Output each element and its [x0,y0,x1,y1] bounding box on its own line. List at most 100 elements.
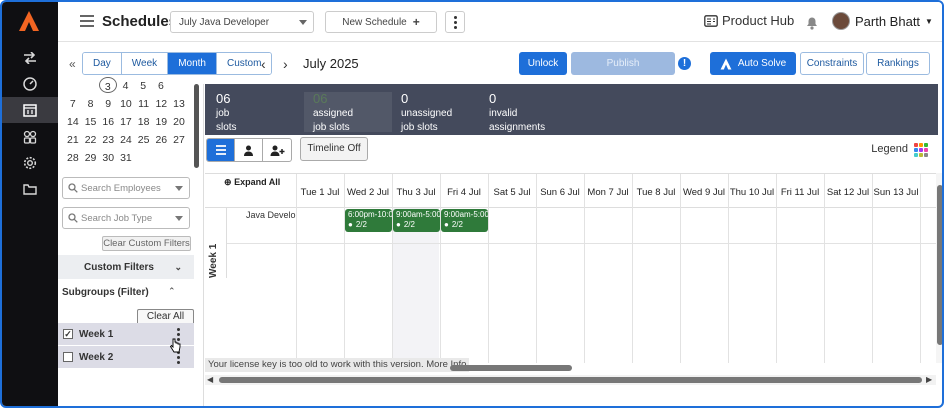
shift-card[interactable]: 6:00pm-10:00pm ●2/2 [345,209,392,232]
day-header: Sun 6 Jul [540,187,580,198]
day-cell[interactable]: 22 [82,131,100,149]
swap-icon[interactable] [2,45,58,71]
day-cell[interactable]: 15 [82,113,100,131]
folder-icon[interactable] [2,176,58,202]
clear-custom-filters-button[interactable]: Clear Custom Filters [102,236,191,251]
day-cell[interactable]: 5 [134,77,152,95]
dashboard-icon[interactable] [2,71,58,97]
day-cell[interactable]: 13 [170,95,188,113]
day-cell[interactable]: 25 [135,131,153,149]
publish-button[interactable]: Publish [571,52,675,75]
stat-label: slots [216,122,237,133]
day-cell[interactable]: 20 [170,113,188,131]
warning-icon[interactable]: ! [678,57,691,70]
shift-card[interactable]: 9:00am-5:00pm ●2/2 [393,209,440,232]
next-month-icon[interactable]: › [283,56,288,72]
view-tab-day[interactable]: Day [83,53,122,74]
rankings-button[interactable]: Rankings [866,52,930,75]
shift-card[interactable]: 9:00am-5:00pm ●2/2 [441,209,488,232]
grid-vertical-scrollbar[interactable] [936,173,942,363]
panel-scrollbar[interactable] [194,84,199,168]
stat-value: 06 [216,91,231,106]
schedule-select[interactable]: July Java Developer [170,11,314,33]
new-schedule-button[interactable]: New Schedule + [325,11,437,33]
day-cell[interactable]: 29 [82,149,100,167]
chevron-down-icon [175,186,183,191]
day-cell[interactable]: 11 [135,95,153,113]
day-cell[interactable]: 7 [64,95,82,113]
grid-horizontal-scrollbar[interactable] [205,375,936,385]
scroll-right-icon[interactable]: ▶ [926,375,932,384]
auto-solve-button[interactable]: Auto Solve [710,52,796,75]
day-cell[interactable]: 27 [170,131,188,149]
settings-icon[interactable] [2,150,58,176]
add-person-icon [270,145,284,156]
day-cell[interactable]: 18 [135,113,153,131]
schedule-grid: ⊕ Expand All Tue 1 Jul Wed 2 Jul Thu 3 Jul… [205,173,936,363]
inner-horizontal-scrollbar[interactable] [450,365,572,371]
day-cell[interactable]: 4 [117,77,135,95]
list-view-button[interactable] [207,139,235,161]
person-view-button[interactable] [235,139,263,161]
column-divider [872,174,873,363]
row-divider [227,243,936,244]
constraints-button[interactable]: Constraints [800,52,864,75]
custom-filters-header[interactable]: Custom Filters ⌄ [58,255,194,279]
bell-icon[interactable] [804,14,820,30]
mini-calendar-week: 14 15 16 17 18 19 20 [64,113,188,131]
current-month-label: July 2025 [303,56,359,71]
filter-panel: 3 4 5 6 7 8 9 10 11 12 13 14 15 16 17 18… [58,77,204,406]
day-cell[interactable]: 26 [152,131,170,149]
day-cell[interactable]: 24 [117,131,135,149]
unlock-button[interactable]: Unlock [519,52,567,75]
search-employees-input[interactable]: Search Employees [62,177,190,199]
stats-bar: 06 job slots 06 assigned job slots 0 una… [205,84,938,135]
hamburger-menu-icon[interactable] [80,15,94,27]
view-tab-week[interactable]: Week [121,53,169,74]
day-cell[interactable]: 12 [152,95,170,113]
day-cell[interactable]: 21 [64,131,82,149]
legend-icon[interactable] [914,143,928,157]
user-menu[interactable]: Parth Bhatt ▼ [832,12,933,30]
week-2-checkbox[interactable] [63,352,73,362]
column-divider [824,174,825,363]
page-title: Schedules [102,13,178,30]
shift-slots: ● 2/2 [396,220,437,230]
view-tab-month[interactable]: Month [168,53,217,74]
app-window: Schedules July Java Developer New Schedu… [0,0,944,408]
product-hub-link[interactable]: Product Hub [704,13,794,28]
more-options-button[interactable] [445,11,465,33]
day-cell[interactable]: 9 [99,95,117,113]
scroll-left-icon[interactable]: ◀ [207,375,213,384]
column-divider [536,174,537,363]
day-cell[interactable]: 14 [64,113,82,131]
groups-icon[interactable] [2,124,58,150]
day-cell[interactable]: 19 [152,113,170,131]
day-cell[interactable]: 10 [117,95,135,113]
previous-month-icon[interactable]: ‹ [261,56,266,72]
app-logo[interactable] [18,10,40,32]
license-warning[interactable]: Your license key is too old to work with… [205,358,470,372]
day-cell[interactable]: 23 [99,131,117,149]
day-cell[interactable]: 16 [99,113,117,131]
day-cell[interactable]: 31 [117,149,135,167]
collapse-panel-icon[interactable]: « [69,57,76,71]
column-divider [344,174,345,363]
day-header: Mon 7 Jul [587,187,629,198]
day-cell[interactable]: 8 [82,95,100,113]
timeline-toggle-button[interactable]: Timeline Off [300,137,368,161]
day-cell[interactable]: 30 [99,149,117,167]
day-cell[interactable]: 17 [117,113,135,131]
shift-slots: ● 2/2 [444,220,485,230]
chevron-up-icon[interactable]: ⌃ [168,286,176,297]
expand-all-button[interactable]: ⊕ Expand All [224,177,280,188]
add-person-view-button[interactable] [263,139,291,161]
search-job-type-input[interactable]: Search Job Type [62,207,190,229]
day-cell[interactable]: 3 [99,77,117,95]
day-cell[interactable]: 28 [64,149,82,167]
shift-time: 9:00am-5:00pm [444,210,488,219]
day-cell[interactable]: 6 [152,77,170,95]
column-divider [296,174,297,363]
week-1-checkbox[interactable]: ✓ [63,329,73,339]
calendar-icon[interactable] [2,97,58,123]
